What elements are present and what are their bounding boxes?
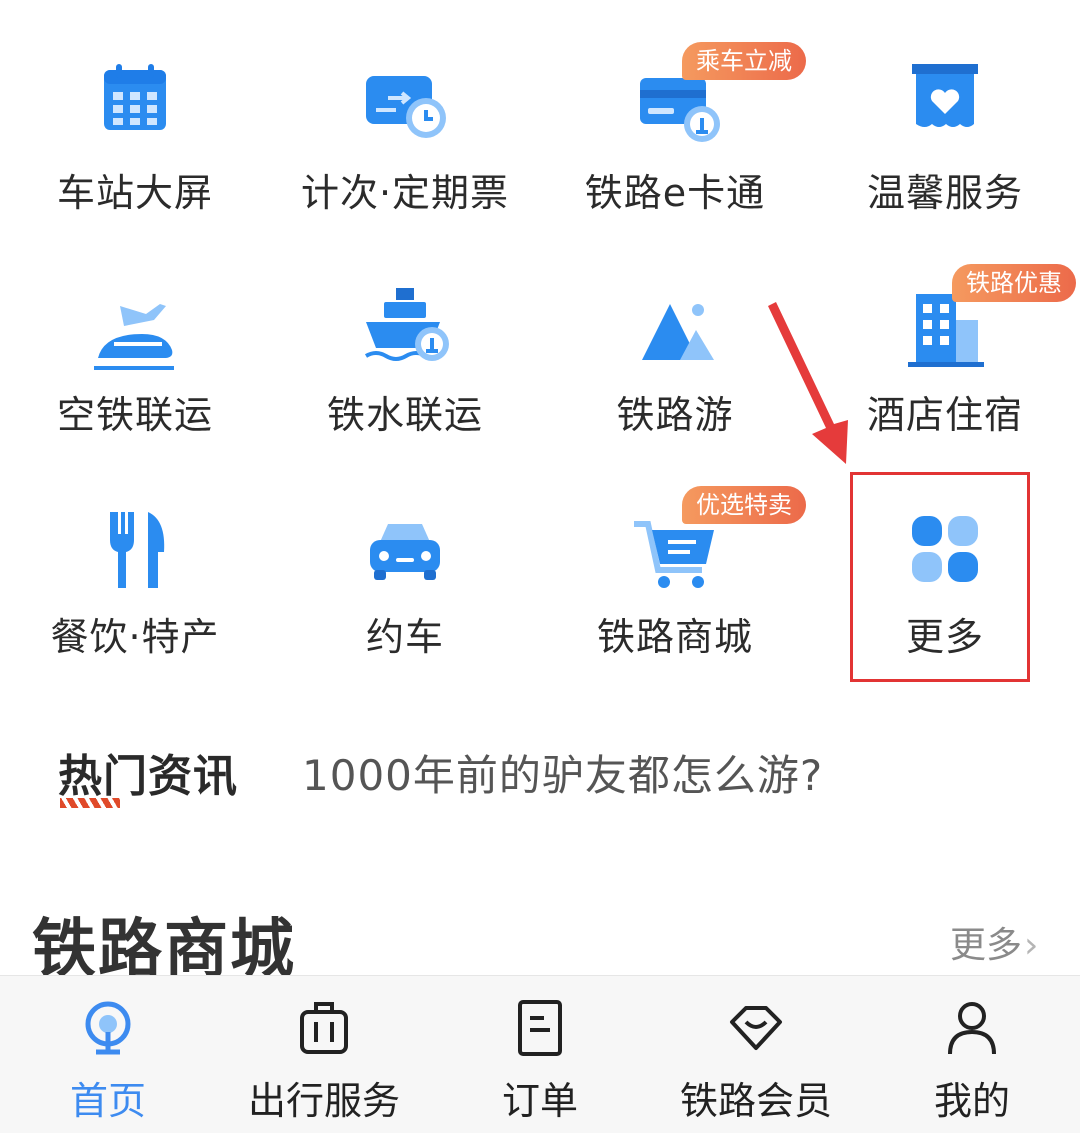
tab-profile[interactable]: 我的 [864,976,1080,1133]
tab-label: 铁路会员 [679,1079,832,1123]
service-label: 温馨服务 [866,171,1023,215]
tab-membership[interactable]: 铁路会员 [648,976,864,1133]
service-label: 空铁联运 [56,393,213,437]
tag-stripe [60,798,120,808]
service-ticket[interactable]: 计次·定期票 [270,0,540,220]
tab-label: 订单 [501,1079,578,1123]
tab-home[interactable]: 首页 [0,976,216,1133]
service-label: 车站大屏 [56,171,213,215]
service-air-rail[interactable]: 空铁联运 [0,222,270,442]
fork-knife-icon [80,502,190,602]
service-label: 铁水联运 [326,393,483,437]
car-icon [350,502,460,602]
heart-service-icon [890,58,1000,158]
service-label: 约车 [365,615,444,659]
service-label: 餐饮·特产 [50,615,220,659]
hot-news-tag: 热门资讯 [58,740,238,808]
service-label: 铁路e卡通 [584,171,766,215]
service-label: 铁路商城 [596,615,753,659]
hot-news-text[interactable]: 1000年前的驴友都怎么游? [302,742,823,803]
home-rail-icon [76,996,140,1060]
tab-orders[interactable]: 订单 [432,976,648,1133]
tab-label: 出行服务 [247,1079,400,1123]
luggage-icon [292,996,356,1060]
service-mall[interactable]: 优选特卖 铁路商城 [540,444,810,664]
highlight-box [850,472,1030,682]
tab-label: 我的 [933,1079,1010,1123]
promo-badge: 乘车立减 [682,42,806,80]
air-rail-icon [80,280,190,380]
user-icon [940,996,1004,1060]
diamond-icon [724,996,788,1060]
service-warm[interactable]: 温馨服务 [810,0,1080,220]
promo-badge: 铁路优惠 [952,264,1076,302]
promo-badge: 优选特卖 [682,486,806,524]
order-doc-icon [508,996,572,1060]
ticket-clock-icon [350,58,460,158]
hot-news-bar[interactable]: 热门资讯 1000年前的驴友都怎么游? [58,738,1048,808]
service-ship-rail[interactable]: 铁水联运 [270,222,540,442]
bottom-tab-bar: 首页 出行服务 订单 铁路会员 我的 [0,975,1080,1133]
annotation-arrow [768,302,848,464]
mall-more-link[interactable]: 更多› [950,916,1038,968]
service-station-screen[interactable]: 车站大屏 [0,0,270,220]
tab-travel-service[interactable]: 出行服务 [216,976,432,1133]
service-rail-card[interactable]: 乘车立减 铁路e卡通 [540,0,810,220]
ship-rail-icon [350,280,460,380]
service-food[interactable]: 餐饮·特产 [0,444,270,664]
station-screen-icon [80,58,190,158]
service-ride[interactable]: 约车 [270,444,540,664]
chevron-right-icon: › [1024,925,1039,966]
mountain-travel-icon [620,280,730,380]
tab-label: 首页 [69,1079,146,1123]
service-label: 计次·定期票 [300,171,510,215]
